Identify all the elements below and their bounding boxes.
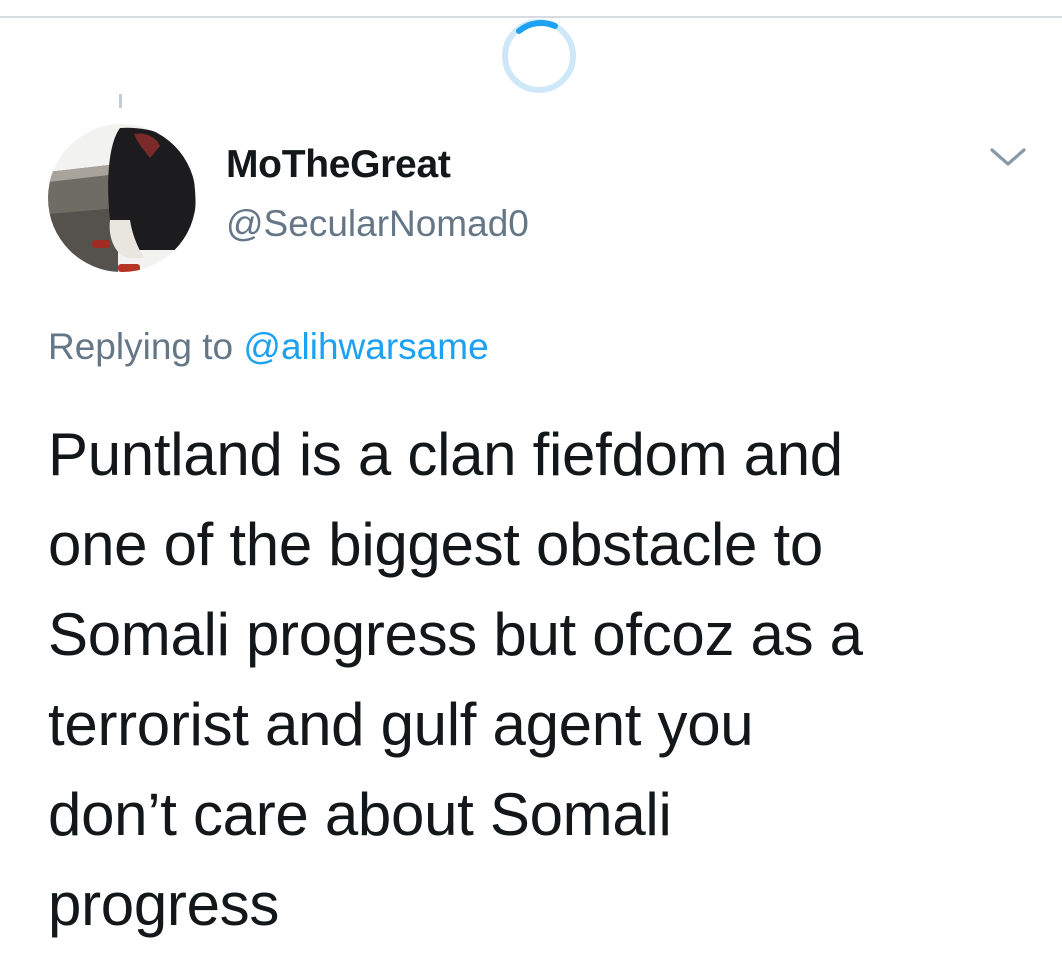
chevron-down-icon[interactable]: [986, 140, 1030, 176]
tweet-text-line: terrorist and gulf agent you: [48, 691, 754, 758]
tweet-text-line: Puntland is a clan fiefdom and: [48, 421, 843, 488]
tweet-text-line: progress: [48, 871, 280, 938]
reply-prefix: Replying to: [48, 326, 234, 367]
author-display-name[interactable]: MoTheGreat: [226, 140, 451, 190]
reply-target-link[interactable]: @alihwarsame: [243, 326, 488, 367]
profile-photo: [48, 124, 196, 272]
tweet-text-line: Somali progress but ofcoz as a: [48, 601, 863, 668]
thread-connector: [119, 94, 122, 108]
reply-context: Replying to @alihwarsame: [48, 322, 489, 372]
tweet-body: Puntland is a clan fiefdom and one of th…: [48, 410, 1038, 950]
loading-spinner-icon: [502, 19, 576, 93]
avatar[interactable]: [48, 124, 196, 272]
author-handle[interactable]: @SecularNomad0: [226, 199, 529, 249]
tweet-text-line: don’t care about Somali: [48, 781, 672, 848]
tweet-text-line: one of the biggest obstacle to: [48, 511, 823, 578]
